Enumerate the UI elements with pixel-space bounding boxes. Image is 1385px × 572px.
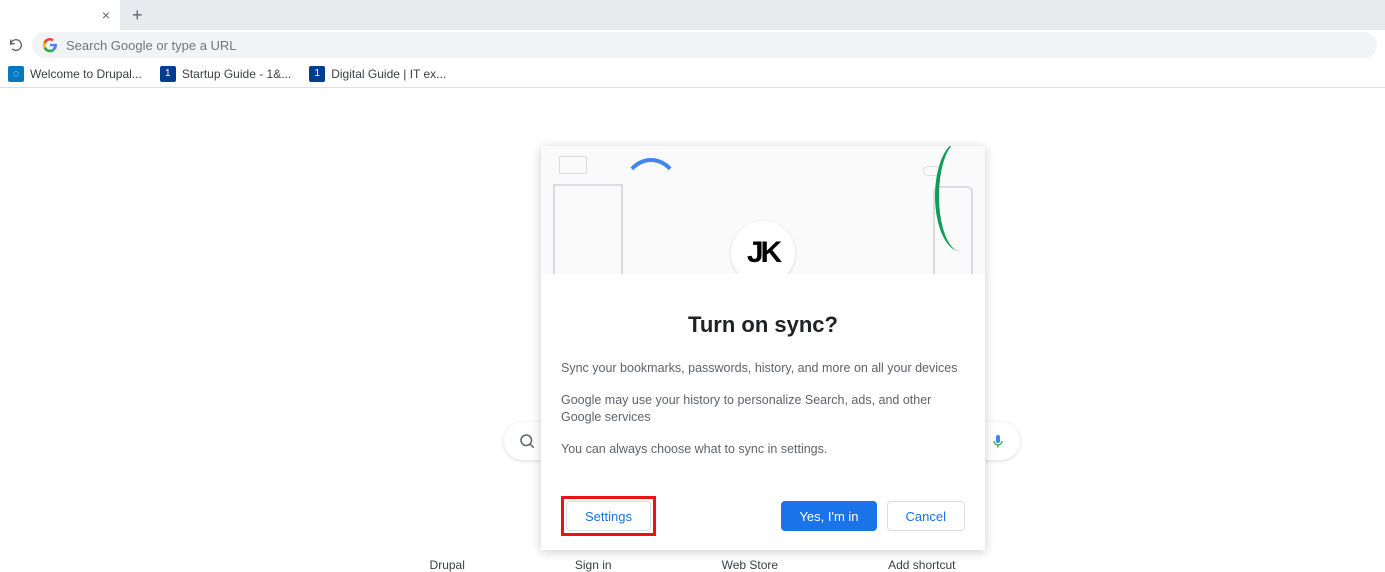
- search-input[interactable]: [66, 38, 1367, 53]
- avatar: JK: [731, 221, 795, 274]
- bookmark-label: Startup Guide - 1&...: [182, 67, 291, 81]
- ionos-icon: 1: [160, 66, 176, 82]
- dialog-body: Turn on sync? Sync your bookmarks, passw…: [541, 274, 985, 482]
- mic-icon[interactable]: [990, 431, 1006, 451]
- cancel-button[interactable]: Cancel: [887, 501, 965, 531]
- bookmark-digital-guide[interactable]: 1 Digital Guide | IT ex...: [309, 66, 446, 82]
- new-tab-button[interactable]: +: [132, 5, 143, 26]
- dialog-description-3: You can always choose what to sync in se…: [561, 441, 965, 459]
- card-icon: [559, 156, 587, 174]
- dialog-description-1: Sync your bookmarks, passwords, history,…: [561, 360, 965, 378]
- bookmark-startup-guide[interactable]: 1 Startup Guide - 1&...: [160, 66, 291, 82]
- toolbar: [0, 30, 1385, 60]
- dialog-title: Turn on sync?: [561, 312, 965, 338]
- reload-icon[interactable]: [8, 37, 24, 53]
- close-tab-icon[interactable]: ×: [102, 7, 110, 23]
- search-icon: [518, 432, 536, 450]
- laptop-icon: [553, 184, 623, 274]
- tab-strip: × +: [0, 0, 1385, 30]
- dialog-actions: Settings Yes, I'm in Cancel: [541, 482, 985, 550]
- decorative-arc-icon: [935, 146, 985, 251]
- decorative-arc-icon: [621, 158, 681, 228]
- bookmark-label: Digital Guide | IT ex...: [331, 67, 446, 81]
- new-tab-page: Drupal Sign in Web Store Add shortcut JK…: [0, 88, 1385, 501]
- shortcut-web-store[interactable]: Web Store: [722, 558, 778, 572]
- highlight-box: Settings: [561, 496, 656, 536]
- browser-tab[interactable]: ×: [0, 0, 120, 30]
- shortcut-sign-in[interactable]: Sign in: [575, 558, 612, 572]
- bookmark-drupal[interactable]: ◌ Welcome to Drupal...: [8, 66, 142, 82]
- shortcut-drupal[interactable]: Drupal: [430, 558, 465, 572]
- ionos-icon: 1: [309, 66, 325, 82]
- bookmarks-bar: ◌ Welcome to Drupal... 1 Startup Guide -…: [0, 60, 1385, 88]
- sync-dialog: JK Turn on sync? Sync your bookmarks, pa…: [541, 146, 985, 550]
- settings-button[interactable]: Settings: [566, 501, 651, 531]
- bookmark-label: Welcome to Drupal...: [30, 67, 142, 81]
- shortcuts-row: Drupal Sign in Web Store Add shortcut: [0, 558, 1385, 572]
- dialog-hero: JK: [541, 146, 985, 274]
- yes-im-in-button[interactable]: Yes, I'm in: [781, 501, 876, 531]
- google-g-icon: [42, 37, 58, 53]
- shortcut-add[interactable]: Add shortcut: [888, 558, 955, 572]
- dialog-description-2: Google may use your history to personali…: [561, 392, 965, 427]
- omnibox[interactable]: [32, 32, 1377, 58]
- drupal-icon: ◌: [8, 66, 24, 82]
